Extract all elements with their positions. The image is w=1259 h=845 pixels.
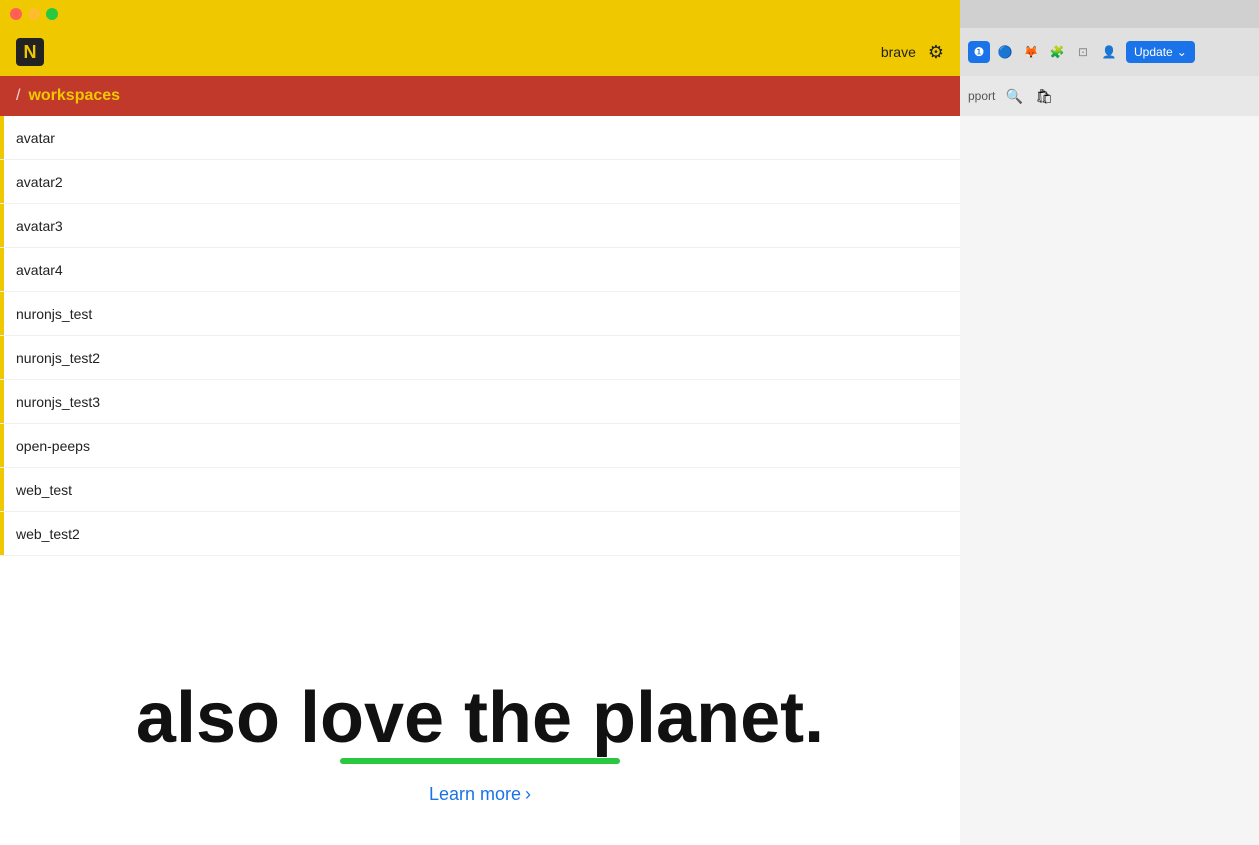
ext-icon-6[interactable]: 👤: [1098, 41, 1120, 63]
ext-icon-2[interactable]: 🔵: [994, 41, 1016, 63]
traffic-lights: [10, 8, 58, 20]
workspace-item-nuronjs_test3[interactable]: nuronjs_test3: [0, 380, 960, 424]
close-button[interactable]: [10, 8, 22, 20]
ext-icon-4[interactable]: 🧩: [1046, 41, 1068, 63]
learn-more-label: Learn more: [429, 784, 521, 805]
ext-icon-1[interactable]: ❶: [968, 41, 990, 63]
browser-content-area: [960, 116, 1259, 845]
workspace-item-web_test2[interactable]: web_test2: [0, 512, 960, 556]
hero-text-area: also love the planet. Learn more ›: [0, 585, 960, 845]
workspace-item-avatar3[interactable]: avatar3: [0, 204, 960, 248]
workspace-item-open-peeps[interactable]: open-peeps: [0, 424, 960, 468]
update-button-label: Update: [1134, 45, 1173, 59]
ext-icon-5[interactable]: ⊡: [1072, 41, 1094, 63]
workspace-item-nuronjs_test2[interactable]: nuronjs_test2: [0, 336, 960, 380]
breadcrumb-bar: / workspaces: [0, 76, 960, 116]
workspace-item-avatar[interactable]: avatar: [0, 116, 960, 160]
hero-underline: [340, 758, 620, 764]
dropdown-icon: ⌄: [1177, 45, 1187, 59]
learn-more-link[interactable]: Learn more ›: [429, 784, 531, 805]
workspace-item-avatar2[interactable]: avatar2: [0, 160, 960, 204]
username-label: brave: [881, 44, 916, 60]
browser-toolbar: ❶ 🔵 🦊 🧩 ⊡ 👤 Update ⌄: [960, 28, 1259, 76]
titlebar: [0, 0, 960, 28]
browser-support-text: pport: [968, 89, 995, 103]
update-button[interactable]: Update ⌄: [1126, 41, 1195, 63]
browser-ext-icons: ❶ 🔵 🦊 🧩 ⊡ 👤: [968, 41, 1120, 63]
learn-more-chevron: ›: [525, 784, 531, 805]
header-right: brave ⚙: [881, 42, 944, 63]
gear-icon[interactable]: ⚙: [928, 42, 944, 63]
minimize-button[interactable]: [28, 8, 40, 20]
breadcrumb-slash: /: [16, 87, 20, 105]
browser-second-row: pport 🔍 🛍: [960, 76, 1259, 116]
browser-titlebar: [960, 0, 1259, 28]
maximize-button[interactable]: [46, 8, 58, 20]
hero-big-text: also love the planet.: [136, 682, 824, 754]
workspace-item-nuronjs_test[interactable]: nuronjs_test: [0, 292, 960, 336]
browser-chrome: ❶ 🔵 🦊 🧩 ⊡ 👤 Update ⌄ pport 🔍 🛍: [960, 0, 1259, 845]
workspace-dropdown: avataravatar2avatar3avatar4nuronjs_testn…: [0, 116, 960, 556]
shopping-bag-icon[interactable]: 🛍: [1033, 85, 1055, 107]
ext-icon-3[interactable]: 🦊: [1020, 41, 1042, 63]
workspace-item-web_test[interactable]: web_test: [0, 468, 960, 512]
search-icon[interactable]: 🔍: [1003, 85, 1025, 107]
workspace-item-avatar4[interactable]: avatar4: [0, 248, 960, 292]
logo-letter: N: [24, 42, 37, 63]
app-logo: N: [16, 38, 44, 66]
app-header: N brave ⚙: [0, 28, 960, 76]
breadcrumb-workspaces[interactable]: workspaces: [28, 87, 120, 105]
workspace-list: avataravatar2avatar3avatar4nuronjs_testn…: [0, 116, 960, 556]
